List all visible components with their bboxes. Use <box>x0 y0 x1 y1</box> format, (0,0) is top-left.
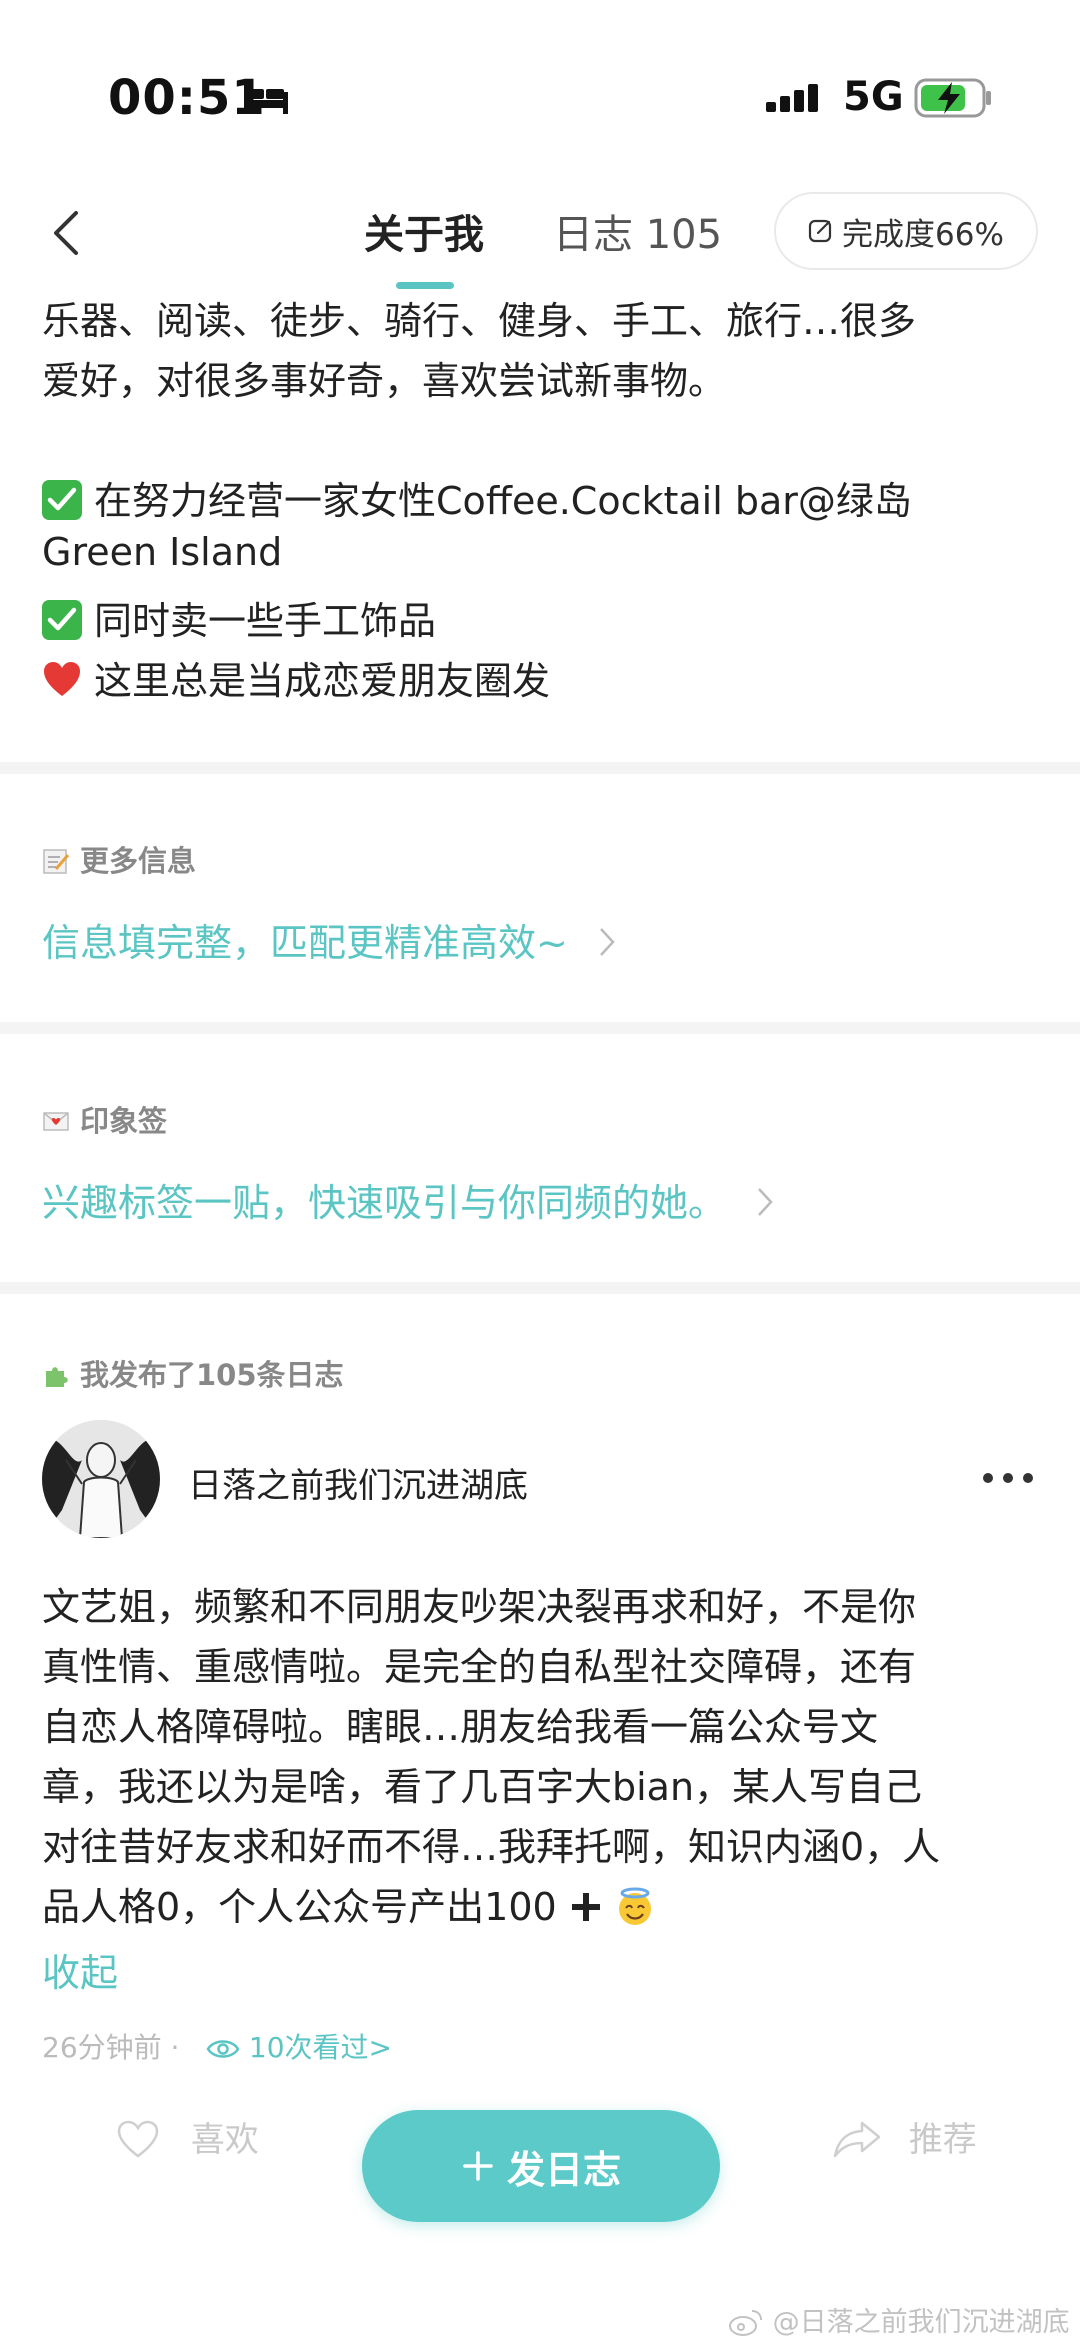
collapse-link[interactable]: 收起 <box>42 1942 118 1997</box>
recommend-button[interactable]: 推荐 <box>832 2112 977 2161</box>
check-icon <box>42 480 82 520</box>
post-text-line: 真性情、重感情啦。是完全的自私型社交障碍，还有 <box>42 1645 917 1689</box>
post-text-line: 自恋人格障碍啦。瞎眼…朋友给我看一篇公众号文 <box>42 1705 879 1749</box>
views-text: 10次看过> <box>248 2031 392 2064</box>
impression-link-text: 兴趣标签一贴，快速吸引与你同频的她。 <box>42 1181 727 1225</box>
bio-line: 乐器、阅读、徒步、骑行、健身、手工、旅行…很多 <box>42 299 917 343</box>
more-info-link-text: 信息填完整，匹配更精准高效~ <box>42 921 568 965</box>
post-time: 26分钟前 · <box>42 2031 180 2064</box>
post-text-line: 章，我还以为是啥，看了几百字大bian，某人写自己 <box>42 1765 923 1809</box>
bed-icon <box>244 84 288 114</box>
tab-about-me[interactable]: 关于我 <box>364 202 484 260</box>
bio-item-moments: 这里总是当成恋爱朋友圈发 <box>42 650 550 705</box>
posts-section-title-text: 我发布了105条日志 <box>80 1358 344 1392</box>
impression-link[interactable]: 兴趣标签一贴，快速吸引与你同频的她。 <box>42 1172 774 1227</box>
bio-item-text: 这里总是当成恋爱朋友圈发 <box>94 659 551 703</box>
more-info-title-text: 更多信息 <box>80 844 197 878</box>
love-letter-icon <box>43 1112 69 1131</box>
memo-icon <box>43 849 70 874</box>
author-name[interactable]: 日落之前我们沉进湖底 <box>188 1458 528 1507</box>
heart-outline-icon <box>117 2120 159 2158</box>
bio-item-bar: 在努力经营一家女性Coffee.Cocktail bar@绿岛 <box>42 470 912 525</box>
like-label: 喜欢 <box>190 2120 259 2160</box>
plus-icon <box>463 2151 493 2181</box>
avatar[interactable] <box>42 1420 160 1538</box>
bio-line: 爱好，对很多事好奇，喜欢尝试新事物。 <box>42 359 727 403</box>
bio-item-handmade: 同时卖一些手工饰品 <box>42 590 436 645</box>
recommend-label: 推荐 <box>908 2120 977 2160</box>
bio-item-text: 同时卖一些手工饰品 <box>94 599 437 643</box>
tab-active-indicator <box>396 282 454 289</box>
weibo-logo-icon <box>729 2310 762 2336</box>
post-text-last: 品人格0，个人公众号产出100 <box>42 1876 655 1931</box>
battery-charging-icon <box>914 78 991 118</box>
views-link[interactable]: 10次看过> <box>206 2026 392 2066</box>
section-divider <box>0 1282 1080 1294</box>
heart-icon <box>44 662 80 696</box>
completion-button[interactable]: 完成度66% <box>774 192 1038 270</box>
new-diary-button[interactable]: 发日志 <box>362 2110 720 2222</box>
completion-label: 完成度66% <box>842 216 1004 253</box>
posts-section-title: 我发布了105条日志 <box>42 1352 344 1394</box>
bio-item-text: 在努力经营一家女性Coffee.Cocktail bar@绿岛 <box>94 479 912 523</box>
check-icon <box>42 600 82 640</box>
angel-emoji-icon <box>618 1887 651 1925</box>
edit-icon <box>808 219 832 243</box>
tab-diary[interactable]: 日志 105 <box>553 202 722 260</box>
plus-sign-icon <box>571 1893 600 1921</box>
section-divider <box>0 762 1080 774</box>
more-info-link[interactable]: 信息填完整，匹配更精准高效~ <box>42 912 616 967</box>
chevron-right-icon <box>599 928 615 956</box>
more-options-icon[interactable] <box>980 1470 1036 1486</box>
puzzle-icon <box>46 1367 68 1387</box>
back-button[interactable] <box>46 205 86 261</box>
section-divider <box>0 1022 1080 1034</box>
post-text-line: 文艺姐，频繁和不同朋友吵架决裂再求和好，不是你 <box>42 1585 917 1629</box>
bio-item-text: Green Island <box>42 530 283 574</box>
eye-icon <box>206 2040 240 2058</box>
post-text-line: 品人格0，个人公众号产出100 <box>42 1885 557 1929</box>
impression-title: 印象签 <box>42 1098 167 1140</box>
network-label: 5G <box>843 74 904 120</box>
post-text-line: 对往昔好友求和好而不得…我拜托啊，知识内涵0，人 <box>42 1825 941 1869</box>
new-diary-label: 发日志 <box>506 2147 621 2192</box>
signal-icon <box>766 84 818 112</box>
impression-title-text: 印象签 <box>80 1104 168 1138</box>
watermark: @日落之前我们沉进湖底 <box>728 2300 1070 2339</box>
share-arrow-icon <box>833 2121 881 2158</box>
like-button[interactable]: 喜欢 <box>116 2112 259 2161</box>
more-info-title: 更多信息 <box>42 838 196 880</box>
chevron-right-icon <box>758 1188 773 1216</box>
watermark-text: @日落之前我们沉进湖底 <box>772 2307 1070 2338</box>
